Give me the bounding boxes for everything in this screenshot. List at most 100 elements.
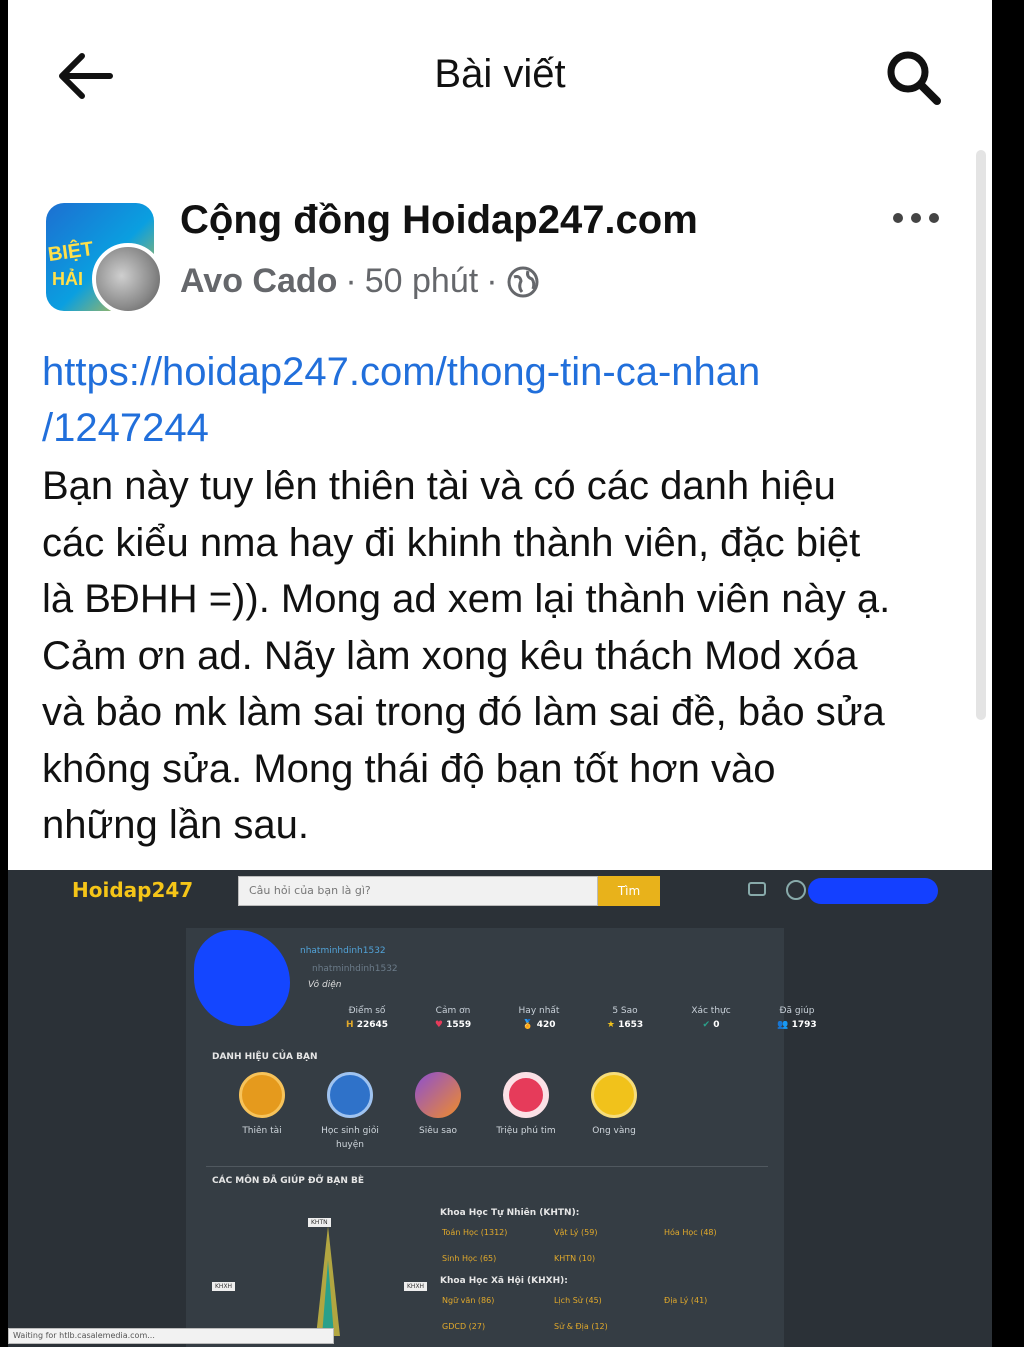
body-line: và bảo mk làm sai trong đó làm sai đề, b… [42, 690, 885, 734]
badge-item: Ong vàng [570, 1072, 658, 1152]
post-body: Bạn này tuy lên thiên tài và có các danh… [42, 458, 972, 854]
link-line: https://hoidap247.com/thong-tin-ca-nhan [42, 350, 761, 394]
avatar-text: BIỆT [46, 237, 95, 267]
avatar-text: HẢI [52, 269, 83, 289]
subject-item: KHTN (10) [554, 1254, 596, 1263]
chat-icon [748, 882, 766, 896]
check-icon: ✔ [702, 1020, 711, 1030]
stat-value: 👥 1793 [754, 1020, 840, 1030]
page-title: Bài viết [434, 52, 566, 96]
subjects-heading: CÁC MÔN ĐÃ GIÚP ĐỠ BẠN BÈ [212, 1176, 365, 1186]
author-avatar[interactable] [92, 243, 164, 315]
body-line: Bạn này tuy lên thiên tài và có các danh… [42, 464, 836, 508]
redaction-scribble [808, 878, 938, 904]
stat-item: 5 Sao ★ 1653 [582, 1006, 668, 1030]
badge-item: Học sinh giỏi huyện [306, 1072, 394, 1152]
stat-value: ★ 1653 [582, 1020, 668, 1030]
screenshot-search-box: Câu hỏi của bạn là gì? [238, 876, 598, 906]
meta-separator: · [486, 262, 498, 300]
chart-tag: KHTN [308, 1218, 331, 1227]
stat-number: 420 [536, 1020, 556, 1030]
phone-screen: Bài viết BIỆT HẢI Cộng đồng Hoidap247.co… [8, 0, 992, 1347]
stat-number: 0 [713, 1020, 720, 1030]
subjects-radar-chart [208, 1210, 418, 1347]
stat-value: ♥ 1559 [410, 1020, 496, 1030]
users-icon: 👥 [777, 1020, 789, 1030]
search-icon [887, 51, 941, 105]
subject-item: Hóa Học (48) [664, 1228, 717, 1237]
stat-label: Điểm số [348, 1006, 386, 1016]
scrollbar[interactable] [976, 150, 986, 720]
body-line: các kiểu nma hay đi khinh thành viên, đặ… [42, 520, 861, 565]
group-avatar-stack[interactable]: BIỆT HẢI [46, 203, 164, 315]
profile-username: nhatminhdinh1532 [300, 946, 386, 956]
heart-icon: ♥ [434, 1020, 443, 1030]
badge-label: Siêu sao [418, 1126, 458, 1136]
post-time[interactable]: 50 phút [365, 262, 478, 301]
badge-item: Siêu sao [394, 1072, 482, 1152]
khxh-heading: Khoa Học Xã Hội (KHXH): [440, 1276, 568, 1286]
bell-icon [786, 880, 806, 900]
profile-handle: nhatminhdinh1532 [312, 964, 398, 974]
khtn-heading: Khoa Học Tự Nhiên (KHTN): [440, 1208, 580, 1218]
body-line: Cảm ơn ad. Nãy làm xong kêu thách Mod xó… [42, 633, 858, 678]
search-button[interactable] [876, 40, 950, 114]
medal-icon: 🏅 [522, 1020, 534, 1030]
subject-item: Lịch Sử (45) [554, 1296, 602, 1305]
body-line: không sửa. Mong thái độ bạn tốt hơn vào [42, 746, 776, 791]
stat-item: Xác thực ✔ 0 [668, 1006, 754, 1030]
stat-number: 1559 [446, 1020, 472, 1030]
profile-stats: Điểm số H 22645 Cảm ơn ♥ 1559 Hay nhất 🏅… [324, 1006, 840, 1030]
group-name[interactable]: Cộng đồng Hoidap247.com [180, 198, 698, 243]
chart-tag: KHXH [212, 1282, 236, 1291]
body-line: là BĐHH =)). Mong ad xem lại thành viên … [42, 577, 891, 621]
badge-item: Thiên tài [218, 1072, 306, 1152]
post-link[interactable]: https://hoidap247.com/thong-tin-ca-nhan … [42, 344, 962, 456]
author-name[interactable]: Avo Cado [180, 262, 337, 301]
post-image[interactable]: Hoidap247 Câu hỏi của bạn là gì? Tìm nha… [8, 870, 992, 1347]
link-line: /1247244 [42, 406, 209, 450]
subject-item: Ngữ văn (86) [442, 1296, 495, 1305]
stat-item: Điểm số H 22645 [324, 1006, 410, 1030]
browser-status-bar: Waiting for htlb.casalemedia.com... [8, 1328, 334, 1344]
stat-item: Cảm ơn ♥ 1559 [410, 1006, 496, 1030]
stat-value: 🏅 420 [496, 1020, 582, 1030]
superstar-badge-icon [415, 1072, 461, 1118]
more-options-button[interactable] [886, 196, 946, 240]
heart-badge-icon [503, 1072, 549, 1118]
subject-item: Địa Lý (41) [664, 1296, 708, 1305]
stat-value: ✔ 0 [668, 1020, 754, 1030]
stat-number: 1793 [791, 1020, 817, 1030]
stat-label: Đã giúp [779, 1006, 815, 1016]
more-dots-icon [893, 213, 939, 223]
globe-icon [507, 266, 539, 297]
hoidap-logo: Hoidap247 [72, 878, 194, 902]
subject-item: Toán Học (1312) [442, 1228, 508, 1237]
points-icon: H [346, 1020, 354, 1030]
badges-heading: DANH HIỆU CỦA BẠN [212, 1052, 318, 1062]
star-icon: ★ [606, 1020, 615, 1030]
badge-label: Học sinh giỏi huyện [321, 1126, 379, 1150]
subject-item: GDCD (27) [442, 1322, 486, 1331]
profile-title: Vô diện [308, 980, 342, 990]
stat-item: Đã giúp 👥 1793 [754, 1006, 840, 1030]
wheat-badge-icon [239, 1072, 285, 1118]
chart-spike [322, 1260, 334, 1336]
stat-number: 1653 [618, 1020, 644, 1030]
stat-number: 22645 [356, 1020, 388, 1030]
stat-label: 5 Sao [612, 1006, 638, 1016]
stat-label: Cảm ơn [435, 1006, 471, 1016]
stat-value: H 22645 [324, 1020, 410, 1030]
subject-item: Vật Lý (59) [554, 1228, 598, 1237]
screenshot-search-button: Tìm [598, 876, 660, 906]
body-line: những lần sau. [42, 803, 309, 847]
meta-separator: · [345, 262, 357, 300]
stat-item: Hay nhất 🏅 420 [496, 1006, 582, 1030]
stat-label: Xác thực [691, 1006, 731, 1016]
section-divider [206, 1166, 768, 1167]
subject-item: Sử & Địa (12) [554, 1322, 608, 1331]
badge-label: Thiên tài [242, 1126, 282, 1136]
subject-item: Sinh Học (65) [442, 1254, 497, 1263]
chart-tag: KHXH [404, 1282, 428, 1291]
post-meta: Avo Cado · 50 phút · [180, 262, 540, 301]
